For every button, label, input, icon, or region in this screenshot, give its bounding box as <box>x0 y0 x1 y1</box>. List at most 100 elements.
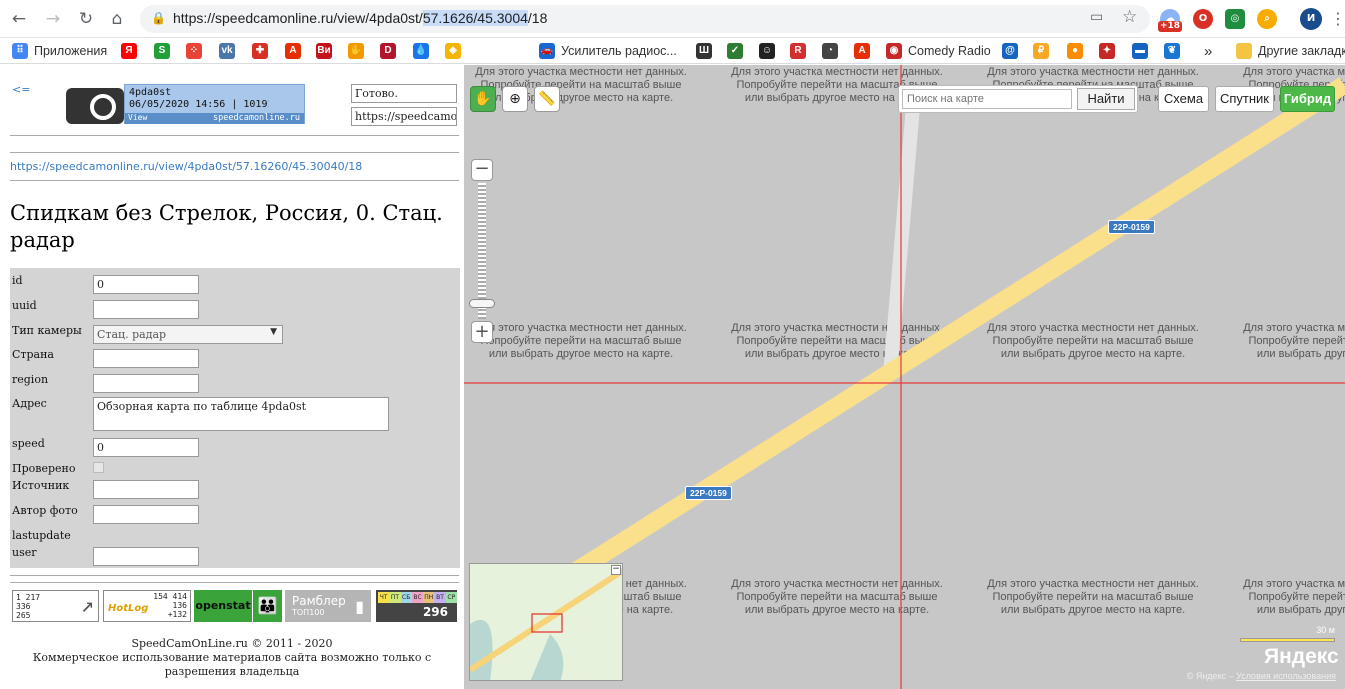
bookmark-orange[interactable]: ● <box>1067 42 1089 60</box>
bookmark-vi[interactable]: Ви <box>316 42 338 60</box>
zoom-slider-handle[interactable] <box>469 298 495 308</box>
bookmark-money[interactable]: ₽ <box>1033 42 1055 60</box>
field-input-8[interactable] <box>93 480 199 499</box>
map-find-button[interactable]: Найти <box>1077 88 1135 110</box>
bookmark-face[interactable]: ☺ <box>759 42 781 60</box>
bookmark-speedometer[interactable]: ◔ <box>822 42 844 60</box>
zoom-area-icon[interactable]: ⊕ <box>502 86 528 112</box>
map-type-scheme[interactable]: Схема <box>1158 86 1209 112</box>
speedcam-logo: Online 4pda0st 06/05/2020 14:56 | 10191 … <box>66 78 306 126</box>
field-label-1: uuid <box>12 299 37 312</box>
left-panel: <= Online 4pda0st 06/05/2020 14:56 | 101… <box>0 65 464 689</box>
home-icon[interactable]: ⌂ <box>106 8 128 30</box>
bookmark-shield[interactable]: ◈ <box>445 42 467 60</box>
dots-icon: ⁘ <box>186 43 202 59</box>
notification-badge: +18 <box>1158 21 1183 32</box>
bars-icon: ▮ <box>355 597 364 616</box>
ruler-icon[interactable]: 📏 <box>534 86 560 112</box>
bookmark-bird[interactable]: ✦ <box>1099 42 1121 60</box>
road-secondary <box>883 94 921 376</box>
map-type-satellite[interactable]: Спутник <box>1215 86 1274 112</box>
bookmark-sber[interactable]: S <box>154 42 176 60</box>
bookmark-d[interactable]: D <box>380 42 402 60</box>
bookmark-folder[interactable]: Другие закладк <box>1236 42 1345 60</box>
people-icon[interactable]: 👪 <box>253 590 282 622</box>
back-link[interactable]: <= <box>12 83 30 96</box>
back-arrow-icon[interactable]: ← <box>8 8 30 30</box>
field-input-7[interactable] <box>93 462 104 473</box>
minimap-collapse-icon[interactable]: − <box>611 565 621 575</box>
counter-weekly[interactable]: ЧТ ПТ СБ ВС ПН ВТ СР 296 <box>376 590 457 622</box>
extension-search-icon[interactable]: ⌕ <box>1257 9 1277 29</box>
bookmark-star-icon[interactable]: ☆ <box>1122 7 1137 27</box>
counter-hotlog[interactable]: HotLog 154 414 136 +132 <box>103 590 191 622</box>
bookmark-yandex[interactable]: Я <box>121 42 143 60</box>
apps-icon: ⠿ <box>12 43 28 59</box>
bookmark-drop[interactable]: 💧 <box>413 42 435 60</box>
counter-liveinternet[interactable]: 1 217 336 265 ↗ <box>12 590 99 622</box>
aliexpress-icon: A <box>285 43 301 59</box>
terms-link[interactable]: Условия использования <box>1236 671 1336 681</box>
extension-opera-icon[interactable]: O <box>1193 9 1213 29</box>
money-icon: ₽ <box>1033 43 1049 59</box>
bookmark-aliexpress[interactable]: A <box>285 42 307 60</box>
bookmark-mail[interactable]: @ <box>1002 42 1024 60</box>
permalink[interactable]: https://speedcamonline.ru/view/4pda0st/5… <box>10 160 362 173</box>
field-label-9: Автор фото <box>12 504 78 517</box>
counter-openstat[interactable]: openstat <box>194 590 252 622</box>
flag-icon: ▬ <box>1132 43 1148 59</box>
bookmark-vk[interactable]: vk <box>219 42 241 60</box>
url-field[interactable]: https://speedcamon <box>351 107 457 126</box>
bookmark-dots[interactable]: ⁘ <box>186 42 208 60</box>
bird-icon: ✦ <box>1099 43 1115 59</box>
status-field[interactable]: Готово. <box>351 84 457 103</box>
field-input-0[interactable]: 0 <box>93 275 199 294</box>
speedometer-icon: ◔ <box>822 43 838 59</box>
bookmark-mark[interactable]: ✓ <box>727 42 749 60</box>
zoom-in-button[interactable]: + <box>471 321 493 343</box>
forward-arrow-icon[interactable]: → <box>42 8 64 30</box>
more-bookmarks-chevron-icon[interactable]: » <box>1204 42 1212 60</box>
zoom-out-button[interactable]: − <box>471 159 493 181</box>
map-type-hybrid[interactable]: Гибрид <box>1280 86 1335 112</box>
lock-icon: 🔒 <box>151 11 166 25</box>
menu-kebab-icon[interactable]: ⋮ <box>1330 9 1345 28</box>
field-input-9[interactable] <box>93 505 199 524</box>
map-area[interactable]: Для этого участка местности нет данных. П… <box>464 65 1345 689</box>
field-input-11[interactable] <box>93 547 199 566</box>
bookmark-car[interactable]: 🚗 Усилитель радиос... <box>539 42 677 60</box>
bookmark-radio[interactable]: ◉ Comedy Radio <box>886 42 991 60</box>
address-bar[interactable]: 🔒 https://speedcamonline.ru/view/4pda0st… <box>140 5 1150 33</box>
bookmark-apps[interactable]: ⠿ Приложения <box>12 42 107 60</box>
cast-icon[interactable]: ▭ <box>1090 9 1103 25</box>
bookmark-bag[interactable]: A <box>854 42 876 60</box>
bookmark-flag[interactable]: ▬ <box>1132 42 1154 60</box>
map-scale-label: 30 м <box>1316 625 1335 635</box>
vi-icon: Ви <box>316 43 332 59</box>
weekday-label: СБ <box>400 592 412 603</box>
bookmark-r[interactable]: R <box>790 42 812 60</box>
field-input-4[interactable] <box>93 374 199 393</box>
field-input-6[interactable]: 0 <box>93 438 199 457</box>
bookmark-ear[interactable]: ❦ <box>1164 42 1186 60</box>
url-text[interactable]: https://speedcamonline.ru/view/4pda0st/5… <box>173 10 547 26</box>
field-label-5: Адрес <box>12 397 47 410</box>
road-label: 22Р-0159 <box>1108 220 1155 234</box>
bookmark-sh[interactable]: Ш <box>696 42 718 60</box>
profile-avatar[interactable]: И <box>1300 8 1322 30</box>
counter-rambler[interactable]: Рамблер ТОП100 ▮ <box>285 590 371 622</box>
minimap[interactable]: − <box>469 563 623 681</box>
reload-icon[interactable]: ↻ <box>75 8 97 30</box>
field-input-5[interactable]: Обзорная карта по таблице 4pda0st <box>93 397 389 431</box>
extension-green-icon[interactable]: ◎ <box>1225 9 1245 29</box>
bookmark-puzzle[interactable]: ✚ <box>252 42 274 60</box>
field-input-1[interactable] <box>93 300 199 319</box>
folder-icon <box>1236 43 1252 59</box>
bookmark-hand[interactable]: ✋ <box>348 42 370 60</box>
field-input-3[interactable] <box>93 349 199 368</box>
bookmark-label: Другие закладк <box>1258 44 1345 58</box>
hand-tool-icon[interactable]: ✋ <box>470 86 496 112</box>
field-input-2[interactable]: Стац. радар ▼ <box>93 325 283 344</box>
map-search-input[interactable] <box>902 89 1072 109</box>
weekday-label: ВС <box>411 592 424 603</box>
